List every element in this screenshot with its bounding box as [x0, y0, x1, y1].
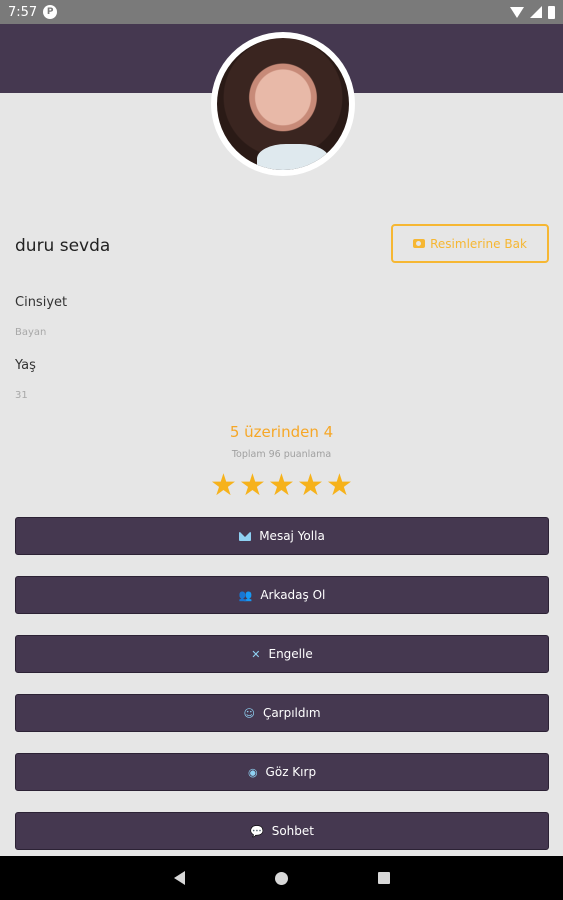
- wink-label: Göz Kırp: [265, 765, 317, 779]
- home-icon[interactable]: [274, 871, 288, 885]
- star-icon[interactable]: ★: [325, 471, 354, 501]
- wifi-icon: [510, 6, 524, 18]
- times-icon: ✕: [251, 647, 261, 661]
- smile-icon: ☺: [243, 706, 255, 720]
- star-icon[interactable]: ★: [209, 471, 238, 501]
- envelope-icon: [239, 531, 252, 541]
- user-plus-icon: 👥: [238, 588, 253, 602]
- send-message-label: Mesaj Yolla: [259, 529, 325, 543]
- profile-avatar[interactable]: [211, 32, 355, 176]
- view-photos-button[interactable]: Resimlerine Bak: [391, 224, 549, 263]
- star-icon[interactable]: ★: [296, 471, 325, 501]
- block-label: Engelle: [268, 647, 313, 661]
- age-label: Yaş: [15, 358, 36, 373]
- notification-p-icon: P: [43, 5, 58, 19]
- eye-icon: ◉: [247, 765, 258, 779]
- smitten-label: Çarpıldım: [262, 706, 321, 720]
- chat-label: Sohbet: [271, 824, 314, 838]
- profile-name: duru sevda: [15, 236, 111, 256]
- battery-icon: [548, 5, 555, 19]
- rating-title: 5 üzerinden 4: [229, 423, 334, 441]
- gender-label: Cinsiyet: [15, 295, 68, 310]
- add-friend-label: Arkadaş Ol: [260, 588, 326, 602]
- system-nav-bar: [0, 856, 563, 900]
- back-icon[interactable]: [173, 871, 185, 885]
- gender-value: Bayan: [15, 327, 47, 338]
- status-icons: [510, 5, 555, 19]
- chat-button[interactable]: 💬 Sohbet: [15, 812, 549, 850]
- rating-count: Toplam 96 puanlama: [231, 449, 332, 460]
- status-time: 7:57: [8, 4, 38, 20]
- chat-icon: 💬: [250, 824, 264, 838]
- signal-icon: [530, 6, 542, 18]
- wink-button[interactable]: ◉ Göz Kırp: [15, 753, 549, 791]
- send-message-button[interactable]: Mesaj Yolla: [15, 517, 549, 555]
- block-button[interactable]: ✕ Engelle: [15, 635, 549, 673]
- recent-apps-icon[interactable]: [377, 872, 390, 884]
- star-icon[interactable]: ★: [238, 471, 267, 501]
- star-icon[interactable]: ★: [267, 471, 296, 501]
- camera-icon: [413, 239, 426, 248]
- rating-stars[interactable]: ★ ★ ★ ★ ★: [0, 471, 563, 501]
- add-friend-button[interactable]: 👥 Arkadaş Ol: [15, 576, 549, 614]
- smitten-button[interactable]: ☺ Çarpıldım: [15, 694, 549, 732]
- age-value: 31: [15, 390, 28, 401]
- avatar-photo: [217, 38, 349, 170]
- view-photos-label: Resimlerine Bak: [430, 236, 527, 251]
- status-bar: 7:57 P: [0, 0, 563, 24]
